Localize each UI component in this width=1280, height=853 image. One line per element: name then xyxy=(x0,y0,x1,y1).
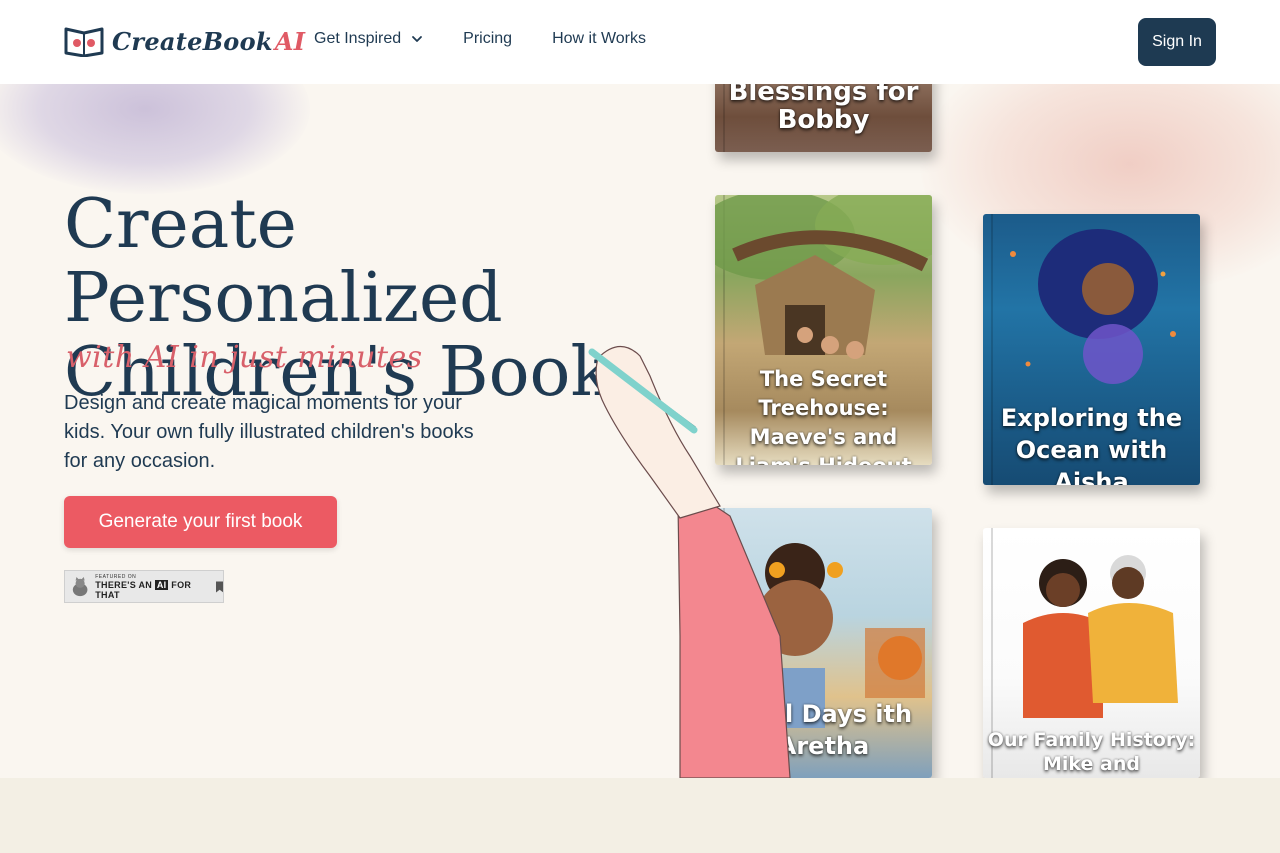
hero-section: Create Personalized Children's Book with… xyxy=(0,84,1280,778)
book-cover-family-history[interactable]: Our Family History: Mike and Grandparent… xyxy=(983,528,1200,778)
nav-get-inspired[interactable]: Get Inspired xyxy=(314,30,423,48)
book-logo-icon xyxy=(64,25,104,58)
logo[interactable]: CreateBookAI xyxy=(64,24,305,58)
nav-how-it-works-label: How it Works xyxy=(552,30,646,47)
main-nav: Get Inspired Pricing How it Works xyxy=(314,30,686,48)
page-bottom-band xyxy=(0,778,1280,853)
chevron-down-icon xyxy=(412,36,423,42)
watercolor-blob-purple xyxy=(0,84,310,194)
hero-tagline: with AI in just minutes xyxy=(66,340,423,375)
nav-get-inspired-label: Get Inspired xyxy=(314,30,402,47)
featured-badge[interactable]: FEATURED ON THERE'S AN AI FOR THAT xyxy=(64,570,224,603)
logo-text: CreateBookAI xyxy=(112,26,306,56)
book-cover-blessings[interactable]: Blessings for Bobby xyxy=(715,84,932,152)
nav-pricing-label: Pricing xyxy=(463,30,513,47)
book-title: Blessings for Bobby xyxy=(728,84,919,135)
book-title: Our Family History: Mike and Grandparent… xyxy=(987,729,1196,778)
bookmark-icon xyxy=(215,581,223,592)
site-header: CreateBookAI Get Inspired Pricing How it… xyxy=(0,0,1280,84)
book-cover-ocean[interactable]: Exploring the Ocean with Aisha xyxy=(983,214,1200,485)
hero-description: Design and create magical moments for yo… xyxy=(64,392,474,472)
nav-pricing[interactable]: Pricing xyxy=(463,30,512,48)
book-title: Exploring the Ocean with Aisha xyxy=(1000,404,1183,485)
sign-in-button[interactable]: Sign In xyxy=(1138,18,1216,66)
badge-main-text: THERE'S AN AI FOR THAT xyxy=(95,579,192,600)
cat-icon xyxy=(72,576,88,596)
hero-title-line1: Create Personalized xyxy=(64,185,503,338)
hand-with-pen-illustration xyxy=(588,345,791,778)
nav-how-it-works[interactable]: How it Works xyxy=(552,30,646,48)
generate-book-button[interactable]: Generate your first book xyxy=(64,496,337,548)
badge-text: FEATURED ON THERE'S AN AI FOR THAT xyxy=(95,574,207,600)
